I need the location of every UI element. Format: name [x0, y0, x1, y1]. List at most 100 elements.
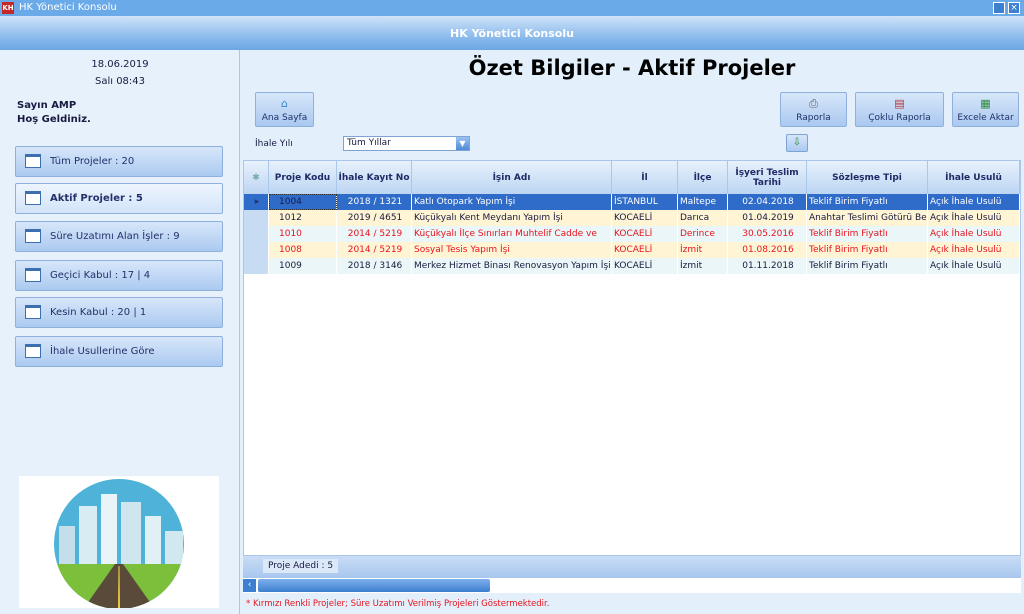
table-row[interactable]: 10102014 / 5219Küçükyalı İlçe Sınırları …	[244, 226, 1020, 242]
column-header-teslim-tarihi[interactable]: İşyeri Teslim Tarihi	[728, 161, 807, 194]
cell-ihale-usulu: Açık İhale Usulü	[928, 258, 1020, 274]
cell-isin-adi: Sosyal Tesis Yapım İşi	[412, 242, 612, 258]
cell-teslim-tarihi: 01.11.2018	[728, 258, 807, 274]
row-selector[interactable]	[244, 226, 269, 242]
cell-proje-kodu: 1010	[269, 226, 337, 242]
multi-report-label: Çoklu Raporla	[868, 113, 931, 123]
cell-ihale-kayit-no: 2014 / 5219	[337, 242, 412, 258]
nav-label: Kesin Kabul : 20 | 1	[50, 307, 146, 318]
projects-grid: ✱ Proje Koduİhale Kayıt Noİşin Adıİlİlçe…	[243, 160, 1021, 556]
filter-icon: ⇩	[793, 137, 801, 148]
cell-sozlesme-tipi: Teklif Birim Fiyatlı	[807, 226, 928, 242]
row-selector[interactable]	[244, 210, 269, 226]
cell-ihale-usulu: Açık İhale Usulü	[928, 194, 1020, 210]
cell-sozlesme-tipi: Teklif Birim Fiyatlı	[807, 194, 928, 210]
cell-ilce: İzmit	[678, 258, 728, 274]
cell-sozlesme-tipi: Teklif Birim Fiyatlı	[807, 242, 928, 258]
multi-report-button[interactable]: ▤ Çoklu Raporla	[855, 92, 944, 127]
date: 18.06.2019	[0, 59, 240, 70]
cell-isin-adi: Küçükyalı Kent Meydanı Yapım İşi	[412, 210, 612, 226]
close-button[interactable]: ×	[1008, 2, 1020, 14]
cell-ihale-usulu: Açık İhale Usulü	[928, 226, 1020, 242]
nav-provisional-acceptance[interactable]: Geçici Kabul : 17 | 4	[15, 260, 223, 291]
column-header-ihale-usulu[interactable]: İhale Usulü	[928, 161, 1020, 194]
welcome: Hoş Geldiniz.	[17, 114, 91, 125]
horizontal-scrollbar[interactable]: ‹	[243, 578, 1021, 593]
table-row[interactable]: 10092018 / 3146Merkez Hizmet Binası Reno…	[244, 258, 1020, 274]
table-row[interactable]: ▸10042018 / 1321Katlı Otopark Yapım İşiİ…	[244, 194, 1020, 210]
row-selector[interactable]: ▸	[244, 194, 269, 210]
document-icon: ▤	[894, 98, 906, 110]
filter-button[interactable]: ⇩	[786, 134, 808, 152]
window-title: HK Yönetici Konsolu	[19, 0, 117, 16]
cell-ihale-kayit-no: 2019 / 4651	[337, 210, 412, 226]
nav-active-projects[interactable]: Aktif Projeler : 5	[15, 183, 223, 214]
excel-label: Excele Aktar	[957, 113, 1013, 123]
nav-label: Tüm Projeler : 20	[50, 156, 134, 167]
nav-extension-works[interactable]: Süre Uzatımı Alan İşler : 9	[15, 221, 223, 252]
cell-teslim-tarihi: 01.04.2019	[728, 210, 807, 226]
column-header-ilce[interactable]: İlçe	[678, 161, 728, 194]
window-icon	[25, 229, 41, 243]
filter-label: İhale Yılı	[255, 139, 293, 149]
year-select-value: Tüm Yıllar	[347, 138, 391, 148]
day-time: Salı 08:43	[0, 76, 240, 87]
cell-ihale-usulu: Açık İhale Usulü	[928, 210, 1020, 226]
city-illustration	[19, 476, 219, 608]
row-selector[interactable]	[244, 258, 269, 274]
grid-footer: Proje Adedi : 5	[243, 556, 1021, 578]
table-row[interactable]: 10082014 / 5219Sosyal Tesis Yapım İşiKOC…	[244, 242, 1020, 258]
row-header-corner: ✱	[244, 161, 269, 194]
report-button[interactable]: ⎙Raporla	[780, 92, 847, 127]
app-header: HK Yönetici Konsolu	[0, 16, 1024, 50]
cell-isin-adi: Katlı Otopark Yapım İşi	[412, 194, 612, 210]
column-header-sozlesme-tipi[interactable]: Sözleşme Tipi	[807, 161, 928, 194]
cell-ilce: Darıca	[678, 210, 728, 226]
nav-label: Geçici Kabul : 17 | 4	[50, 270, 150, 281]
cell-proje-kodu: 1008	[269, 242, 337, 258]
home-button[interactable]: ⌂Ana Sayfa	[255, 92, 314, 127]
row-selector[interactable]	[244, 242, 269, 258]
excel-export-button[interactable]: ▦ Excele Aktar	[952, 92, 1019, 127]
chevron-down-icon[interactable]: ▼	[456, 137, 469, 150]
cell-ilce: İzmit	[678, 242, 728, 258]
scroll-left-button[interactable]: ‹	[243, 579, 256, 592]
excel-icon: ▦	[980, 98, 992, 110]
cell-ihale-kayit-no: 2014 / 5219	[337, 226, 412, 242]
nav-label: Süre Uzatımı Alan İşler : 9	[50, 231, 180, 242]
cell-il: KOCAELİ	[612, 258, 678, 274]
column-header-isin-adi[interactable]: İşin Adı	[412, 161, 612, 194]
cell-il: KOCAELİ	[612, 242, 678, 258]
nav-label: Aktif Projeler : 5	[50, 193, 143, 204]
cell-proje-kodu: 1012	[269, 210, 337, 226]
column-header-proje-kodu[interactable]: Proje Kodu	[269, 161, 337, 194]
new-window-icon	[25, 191, 41, 205]
legend-note: * Kırmızı Renkli Projeler; Süre Uzatımı …	[246, 599, 549, 609]
cell-ihale-kayit-no: 2018 / 1321	[337, 194, 412, 210]
restore-button[interactable]	[993, 2, 1005, 14]
year-select[interactable]: Tüm Yıllar ▼	[343, 136, 470, 151]
cell-il: İSTANBUL	[612, 194, 678, 210]
cell-proje-kodu: 1009	[269, 258, 337, 274]
table-row[interactable]: 10122019 / 4651Küçükyalı Kent Meydanı Ya…	[244, 210, 1020, 226]
nav-by-tender-method[interactable]: İhale Usullerine Göre	[15, 336, 223, 367]
home-icon: ⌂	[279, 98, 291, 110]
cell-ihale-usulu: Açık İhale Usulü	[928, 242, 1020, 258]
cell-isin-adi: Merkez Hizmet Binası Renovasyon Yapım İş…	[412, 258, 612, 274]
nav-label: İhale Usullerine Göre	[50, 346, 155, 357]
windows-stack-icon	[25, 344, 41, 358]
cell-il: KOCAELİ	[612, 210, 678, 226]
nav-final-acceptance[interactable]: Kesin Kabul : 20 | 1	[15, 297, 223, 328]
cell-ilce: Maltepe	[678, 194, 728, 210]
window-check-icon	[25, 305, 41, 319]
column-header-il[interactable]: İl	[612, 161, 678, 194]
window-badge-icon	[25, 268, 41, 282]
column-header-ihale-kayit-no[interactable]: İhale Kayıt No	[337, 161, 412, 194]
cell-sozlesme-tipi: Anahtar Teslimi Götürü Bed	[807, 210, 928, 226]
nav-all-projects[interactable]: Tüm Projeler : 20	[15, 146, 223, 177]
printer-icon: ⎙	[808, 98, 820, 110]
cell-isin-adi: Küçükyalı İlçe Sınırları Muhtelif Cadde …	[412, 226, 612, 242]
scroll-thumb[interactable]	[258, 579, 490, 592]
cell-ihale-kayit-no: 2018 / 3146	[337, 258, 412, 274]
cell-sozlesme-tipi: Teklif Birim Fiyatlı	[807, 258, 928, 274]
